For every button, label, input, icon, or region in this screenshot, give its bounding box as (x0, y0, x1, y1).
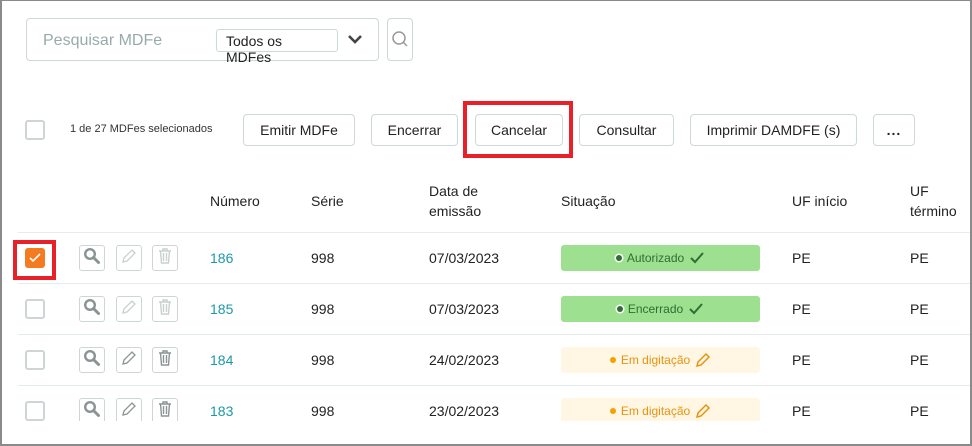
pencil-icon (120, 349, 138, 372)
serie-cell: 998 (311, 352, 335, 368)
more-options-button[interactable]: ... (873, 114, 915, 146)
magnifier-icon (83, 247, 101, 270)
trash-icon (156, 349, 174, 372)
column-numero[interactable]: Número (210, 191, 260, 211)
column-uf-termino[interactable]: UF término (910, 181, 957, 221)
uf-inicio-cell: PE (792, 301, 811, 317)
edit-button[interactable] (116, 347, 142, 373)
search-icon (392, 31, 408, 47)
uf-termino-cell: PE (910, 403, 929, 419)
selection-count: 1 de 27 MDFes selecionados (70, 123, 213, 135)
chevron-down-icon[interactable] (345, 29, 365, 49)
data-cell: 24/02/2023 (429, 352, 500, 368)
numero-link[interactable]: 184 (210, 352, 233, 368)
filter-select[interactable]: Todos os MDFes (216, 29, 338, 65)
data-cell: 07/03/2023 (429, 301, 500, 317)
status-badge: Em digitação (561, 347, 760, 373)
scroll-clip (2, 421, 970, 444)
check-icon (689, 303, 703, 315)
numero-link[interactable]: 185 (210, 301, 233, 317)
numero-link[interactable]: 186 (210, 250, 233, 266)
serie-cell: 998 (311, 250, 335, 266)
row-divider (18, 283, 970, 284)
mdfe-list-panel: Pesquisar MDFe Todos os MDFes 1 de 27 MD… (0, 0, 972, 446)
uf-termino-cell: PE (910, 250, 929, 266)
status-dot-icon (609, 357, 616, 363)
column-uf-inicio[interactable]: UF início (792, 191, 847, 211)
row-checkbox[interactable] (25, 350, 45, 370)
delete-button[interactable] (152, 347, 178, 373)
close-mdfe-button[interactable]: Encerrar (371, 114, 458, 146)
uf-termino-cell: PE (910, 352, 929, 368)
status-dot-icon (616, 306, 623, 312)
trash-icon (156, 247, 174, 270)
delete-button[interactable] (152, 245, 178, 271)
column-serie[interactable]: Série (311, 191, 344, 211)
numero-link[interactable]: 183 (210, 403, 233, 419)
check-icon (690, 252, 704, 264)
edit-button[interactable] (116, 245, 142, 271)
trash-icon (156, 400, 174, 423)
uf-inicio-cell: PE (792, 352, 811, 368)
magnifier-icon (83, 349, 101, 372)
pencil-icon (120, 400, 138, 423)
column-data-emissao[interactable]: Data de emissão (429, 181, 481, 221)
row-checkbox[interactable] (25, 299, 45, 319)
emit-mdfe-button[interactable]: Emitir MDFe (243, 114, 355, 146)
uf-inicio-cell: PE (792, 250, 811, 266)
row-checkbox[interactable] (25, 401, 45, 421)
edit-button[interactable] (116, 296, 142, 322)
pencil-icon (696, 403, 711, 419)
uf-inicio-cell: PE (792, 403, 811, 419)
magnifier-icon (83, 298, 101, 321)
row-divider (18, 232, 970, 233)
select-all-checkbox[interactable] (25, 120, 45, 140)
view-button[interactable] (79, 347, 105, 373)
row-checkbox[interactable] (25, 248, 45, 268)
view-button[interactable] (79, 296, 105, 322)
row-divider (18, 385, 970, 386)
status-badge: Encerrado (561, 296, 760, 322)
pencil-icon (696, 352, 711, 368)
status-dot-icon (615, 255, 622, 261)
serie-cell: 998 (311, 301, 335, 317)
data-cell: 23/02/2023 (429, 403, 500, 419)
print-damdfe-button[interactable]: Imprimir DAMDFE (s) (690, 114, 857, 146)
status-badge: Autorizado (561, 245, 760, 271)
search-button[interactable] (387, 18, 413, 61)
trash-icon (156, 298, 174, 321)
cancel-button[interactable]: Cancelar (475, 114, 563, 146)
delete-button[interactable] (152, 296, 178, 322)
serie-cell: 998 (311, 403, 335, 419)
search-input[interactable]: Pesquisar MDFe (43, 32, 162, 50)
query-button[interactable]: Consultar (579, 114, 674, 146)
search-box: Pesquisar MDFe Todos os MDFes (26, 18, 379, 65)
pencil-icon (120, 247, 138, 270)
data-cell: 07/03/2023 (429, 250, 500, 266)
view-button[interactable] (79, 245, 105, 271)
row-divider (18, 334, 970, 335)
magnifier-icon (83, 400, 101, 423)
uf-termino-cell: PE (910, 301, 929, 317)
status-dot-icon (609, 408, 616, 414)
pencil-icon (120, 298, 138, 321)
column-situacao[interactable]: Situação (561, 191, 615, 211)
